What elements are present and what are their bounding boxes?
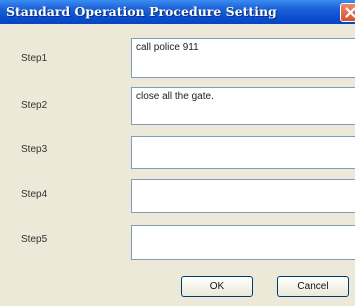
dialog-title: Standard Operation Procedure Setting	[6, 4, 277, 19]
cancel-button[interactable]: Cancel	[277, 276, 349, 297]
step4-field[interactable]	[131, 179, 355, 213]
ok-button[interactable]: OK	[181, 276, 253, 297]
step2-label: Step2	[21, 100, 48, 111]
title-bar[interactable]: Standard Operation Procedure Setting	[0, 0, 355, 24]
step4-label: Step4	[21, 189, 48, 200]
step1-label: Step1	[21, 53, 48, 64]
sop-setting-dialog: Standard Operation Procedure Setting Ste…	[0, 0, 355, 306]
step5-label: Step5	[21, 234, 48, 245]
close-x-icon	[345, 7, 355, 18]
step3-field[interactable]	[131, 136, 355, 169]
step1-field[interactable]: call police 911	[131, 38, 355, 78]
step2-field[interactable]: close all the gate.	[131, 87, 355, 125]
close-button[interactable]	[340, 3, 355, 22]
step3-label: Step3	[21, 144, 48, 155]
step5-field[interactable]	[131, 225, 355, 260]
